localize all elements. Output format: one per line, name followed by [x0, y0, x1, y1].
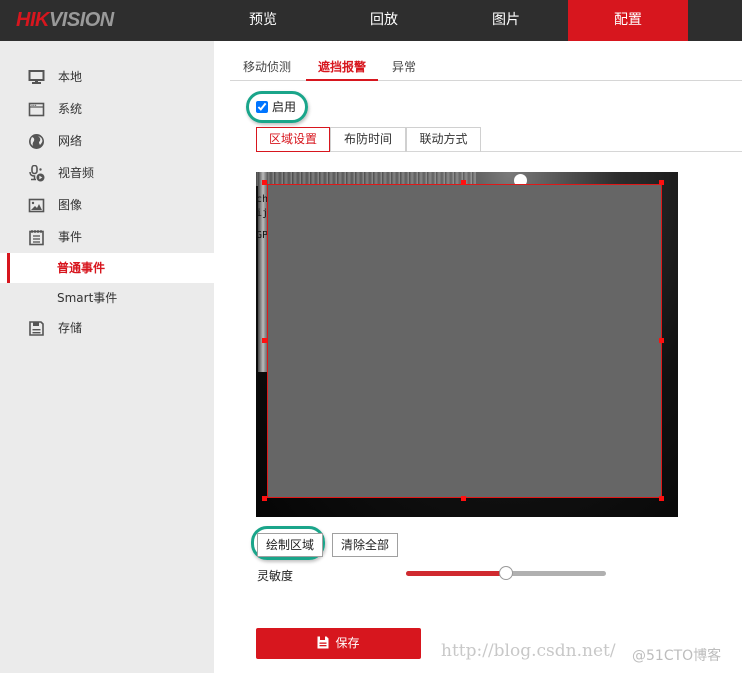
clear-all-button[interactable]: 清除全部	[332, 533, 399, 557]
sidebar-item-event[interactable]: 事件	[0, 222, 214, 252]
sidebar-item-video-audio[interactable]: 视音频	[0, 158, 214, 188]
enable-checkbox-row[interactable]: 启用	[256, 98, 296, 116]
resize-handle-top[interactable]	[461, 180, 466, 185]
enable-checkbox[interactable]	[256, 101, 268, 113]
watermark-overlay: @51CTO博客	[632, 648, 722, 664]
sidebar-item-label: 普通事件	[57, 261, 106, 275]
globe-icon	[29, 134, 44, 149]
resize-handle-bottom-left[interactable]	[262, 496, 267, 501]
subtab-linkage-method[interactable]: 联动方式	[406, 127, 481, 152]
sidebar-item-label: 网络	[58, 134, 83, 148]
subtab-area-settings[interactable]: 区域设置	[256, 127, 330, 152]
resize-handle-top-right[interactable]	[659, 180, 664, 185]
resize-handle-bottom-right[interactable]	[659, 496, 664, 501]
hikvision-logo: HIKVISION	[16, 9, 114, 31]
enable-label: 启用	[272, 100, 297, 114]
tab-tamper-alarm[interactable]: 遮挡报警	[306, 55, 378, 81]
sidebar: 本地 系统 网络 视音频 图像 事件 普通事件 Smart事件 存储	[0, 41, 214, 673]
sidebar-item-smart-event[interactable]: Smart事件	[0, 283, 214, 313]
watermark-url: http://blog.csdn.net/	[441, 641, 616, 661]
save-button[interactable]: 保存	[256, 628, 421, 659]
sidebar-item-label: 存储	[58, 321, 83, 335]
nav-preview[interactable]: 预览	[203, 0, 323, 41]
nav-playback[interactable]: 回放	[324, 0, 444, 41]
sidebar-item-local[interactable]: 本地	[0, 62, 214, 92]
image-icon	[28, 198, 45, 213]
notepad-icon	[29, 230, 44, 246]
sidebar-item-label: 视音频	[58, 166, 95, 180]
sidebar-item-normal-event[interactable]: 普通事件	[0, 253, 214, 283]
resize-handle-bottom[interactable]	[461, 496, 466, 501]
sidebar-item-label: 本地	[58, 70, 83, 84]
sidebar-item-label: 图像	[58, 198, 83, 212]
sensitivity-slider-handle[interactable]	[499, 566, 513, 580]
monitor-icon	[28, 70, 45, 84]
draw-area-button[interactable]: 绘制区域	[257, 533, 324, 557]
mic-play-icon	[29, 165, 45, 182]
sensitivity-slider[interactable]	[406, 566, 606, 580]
sidebar-item-system[interactable]: 系统	[0, 94, 214, 124]
sidebar-item-image[interactable]: 图像	[0, 190, 214, 220]
sidebar-item-label: 系统	[58, 102, 83, 116]
subtab-arming-schedule[interactable]: 布防时间	[330, 127, 406, 152]
resize-handle-right[interactable]	[659, 338, 664, 343]
floppy-icon	[29, 321, 44, 336]
tamper-mask-region[interactable]	[267, 184, 662, 498]
top-navigation-bar: HIKVISION 预览 回放 图片 配置	[0, 0, 742, 41]
sidebar-item-label: 事件	[58, 230, 83, 244]
window-icon	[28, 102, 45, 117]
floppy-icon	[317, 636, 329, 649]
sidebar-item-label: Smart事件	[57, 291, 118, 305]
settings-subtabs: 区域设置 布防时间 联动方式	[256, 127, 742, 152]
nav-configuration[interactable]: 配置	[568, 0, 688, 41]
nav-picture[interactable]: 图片	[446, 0, 566, 41]
resize-handle-left[interactable]	[262, 338, 267, 343]
sensitivity-slider-fill	[406, 571, 506, 576]
tab-motion-detection[interactable]: 移动侦测	[243, 55, 291, 81]
sidebar-item-network[interactable]: 网络	[0, 126, 214, 156]
event-tabs: 移动侦测 遮挡报警 异常	[230, 55, 742, 81]
save-label: 保存	[335, 636, 360, 650]
sidebar-item-storage[interactable]: 存储	[0, 313, 214, 343]
resize-handle-top-left[interactable]	[262, 180, 267, 185]
sensitivity-label: 灵敏度	[257, 569, 294, 583]
tab-exception[interactable]: 异常	[392, 55, 416, 81]
